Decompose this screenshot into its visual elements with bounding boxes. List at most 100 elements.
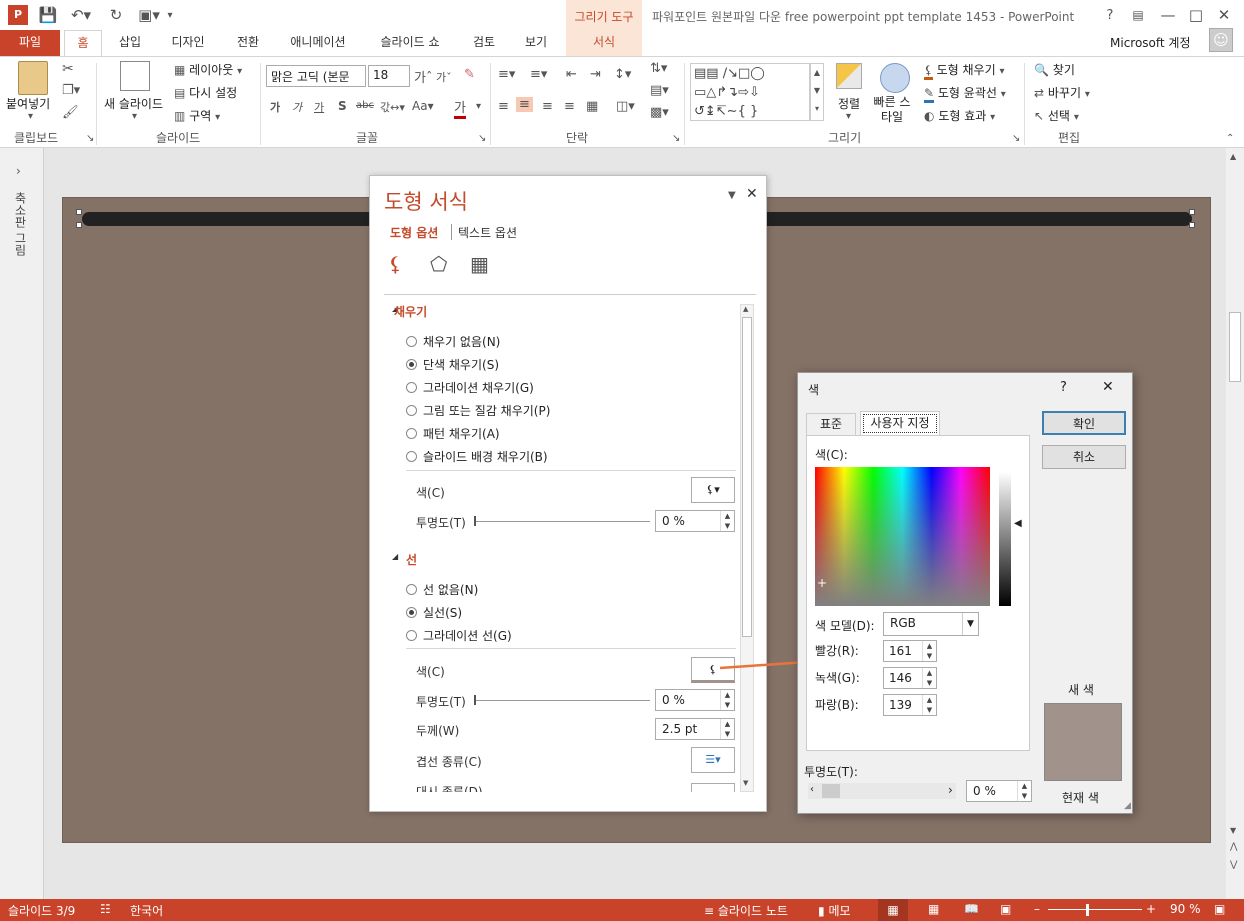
resize-handle[interactable] xyxy=(76,222,82,228)
tab-shape-options[interactable]: 도형 옵션 xyxy=(390,224,438,241)
ok-button[interactable]: 확인 xyxy=(1042,411,1126,435)
section-button[interactable]: ▥ 구역 ▾ xyxy=(174,107,220,124)
close-icon[interactable]: ✕ xyxy=(1214,5,1234,25)
next-slide-icon[interactable]: ⋁ xyxy=(1230,860,1237,870)
paste-button[interactable]: 붙여넣기 xyxy=(6,95,50,112)
change-case-icon[interactable]: Aa▾ xyxy=(412,99,434,113)
scroll-down-icon[interactable]: ▼ xyxy=(1230,826,1236,835)
text-direction-icon[interactable]: ⇅▾ xyxy=(650,61,667,76)
line-gradient-radio[interactable]: 그라데이션 선(G) xyxy=(406,627,512,644)
decrease-indent-icon[interactable]: ⇤ xyxy=(566,67,577,82)
red-input[interactable]: 161 ▲ ▼ xyxy=(883,640,937,662)
account-name[interactable]: Microsoft 계정 xyxy=(1110,34,1191,51)
distributed-icon[interactable]: ▦ xyxy=(586,99,598,114)
resize-handle[interactable] xyxy=(1189,222,1195,228)
pane-scrollbar[interactable]: ▲ ▼ xyxy=(740,304,754,792)
reading-view-icon[interactable]: 📖 xyxy=(964,902,979,916)
char-spacing-icon[interactable]: 갃↔▾ xyxy=(380,99,405,115)
thumbnail-pane-label[interactable]: 축소판 그림 xyxy=(12,192,29,256)
clipboard-launcher-icon[interactable]: ↘ xyxy=(86,133,94,144)
layout-button[interactable]: ▦ 레이아웃 ▾ xyxy=(174,61,242,78)
font-color-dropdown-icon[interactable]: ▾ xyxy=(476,101,481,112)
copy-icon[interactable]: ❐▾ xyxy=(62,83,80,98)
tab-transitions[interactable]: 전환 xyxy=(224,30,272,56)
cut-icon[interactable]: ✂ xyxy=(62,61,74,77)
zoom-in-icon[interactable]: + xyxy=(1146,902,1156,916)
fill-background-radio[interactable]: 슬라이드 배경 채우기(B) xyxy=(406,448,548,465)
line-spacing-icon[interactable]: ↕▾ xyxy=(614,67,631,82)
redo-icon[interactable]: ↻ xyxy=(106,5,126,25)
zoom-slider-thumb[interactable] xyxy=(1086,904,1089,916)
format-painter-icon[interactable]: 🖌 xyxy=(62,105,79,120)
fill-gradient-radio[interactable]: 그라데이션 채우기(G) xyxy=(406,379,534,396)
font-name-input[interactable]: 맑은 고딕 (본문 xyxy=(266,65,366,87)
bullets-icon[interactable]: ≡▾ xyxy=(498,67,515,82)
ribbon-display-icon[interactable]: ▤ xyxy=(1128,5,1148,25)
luminance-pointer-icon[interactable]: ◀ xyxy=(1014,518,1022,529)
help-icon[interactable]: ? xyxy=(1100,5,1120,25)
tab-file[interactable]: 파일 xyxy=(0,30,60,56)
cancel-button[interactable]: 취소 xyxy=(1042,445,1126,469)
shadow-icon[interactable]: S xyxy=(338,99,347,113)
dialog-transparency-input[interactable]: 0 % ▲ ▼ xyxy=(966,780,1032,802)
editor-vertical-scrollbar[interactable]: ▲ ▼ ⋀ ⋁ xyxy=(1226,148,1244,899)
tab-review[interactable]: 검토 xyxy=(462,30,506,56)
resize-handle[interactable] xyxy=(1189,209,1195,215)
paste-dropdown-icon[interactable]: ▾ xyxy=(28,111,33,122)
paste-icon[interactable] xyxy=(18,61,48,95)
arrange-icon[interactable] xyxy=(836,63,862,89)
spin-icon[interactable]: ▲ ▼ xyxy=(720,719,734,739)
collapse-ribbon-icon[interactable]: ⌃ xyxy=(1226,133,1234,144)
line-transparency-input[interactable]: 0 % ▲ ▼ xyxy=(655,689,735,711)
spin-icon[interactable]: ▲ ▼ xyxy=(922,641,936,661)
line-section-header[interactable]: 선 xyxy=(406,551,417,568)
fill-line-icon[interactable]: ⚸ xyxy=(388,252,403,276)
pane-close-icon[interactable]: ✕ xyxy=(746,186,758,202)
dialog-tab-custom[interactable]: 사용자 지정 xyxy=(860,411,940,436)
size-properties-icon[interactable]: ▦ xyxy=(470,252,489,276)
shape-effects-button[interactable]: ◐ 도형 효과 ▾ xyxy=(924,107,995,124)
justify-icon[interactable]: ≡ xyxy=(564,99,575,114)
normal-view-icon[interactable]: ▦ xyxy=(878,899,908,921)
pane-options-icon[interactable]: ▼ xyxy=(728,190,736,201)
shape-fill-button[interactable]: ⚸ 도형 채우기 ▾ xyxy=(924,61,1005,80)
tab-view[interactable]: 보기 xyxy=(514,30,558,56)
maximize-icon[interactable]: □ xyxy=(1186,5,1206,25)
shapes-gallery-scroll[interactable]: ▲ ▼ ▾ xyxy=(810,63,824,121)
fill-pattern-radio[interactable]: 패턴 채우기(A) xyxy=(406,425,500,442)
blue-input[interactable]: 139 ▲ ▼ xyxy=(883,694,937,716)
tab-animations[interactable]: 애니메이션 xyxy=(280,30,356,56)
zoom-slider[interactable] xyxy=(1048,909,1142,910)
slider-right-icon[interactable]: › xyxy=(948,783,953,797)
prev-slide-icon[interactable]: ⋀ xyxy=(1230,842,1237,852)
undo-icon[interactable]: ↶▾ xyxy=(66,5,96,25)
drawing-launcher-icon[interactable]: ↘ xyxy=(1012,133,1020,144)
green-input[interactable]: 146 ▲ ▼ xyxy=(883,667,937,689)
tab-text-options[interactable]: 텍스트 옵션 xyxy=(458,224,517,241)
slideshow-view-icon[interactable]: ▣ xyxy=(1000,902,1011,916)
color-spectrum[interactable] xyxy=(815,467,990,606)
line-solid-radio[interactable]: 실선(S) xyxy=(406,604,462,621)
dialog-close-icon[interactable]: ✕ xyxy=(1102,379,1114,395)
font-size-input[interactable]: 18 xyxy=(368,65,410,87)
spin-icon[interactable]: ▲ ▼ xyxy=(922,695,936,715)
comments-button[interactable]: ▮ 메모 xyxy=(818,902,851,919)
scroll-up-icon[interactable]: ▲ xyxy=(1230,152,1236,161)
resize-handle[interactable] xyxy=(76,209,82,215)
tab-insert[interactable]: 삽입 xyxy=(108,30,152,56)
effects-icon[interactable]: ⬠ xyxy=(430,252,447,276)
strikethrough-icon[interactable]: abc xyxy=(356,100,374,111)
save-icon[interactable]: 💾 xyxy=(38,5,58,25)
minimize-icon[interactable]: — xyxy=(1158,5,1178,25)
spin-icon[interactable]: ▲ ▼ xyxy=(1017,781,1031,801)
pane-scroll-down-icon[interactable]: ▼ xyxy=(743,779,748,787)
avatar[interactable]: ☺ xyxy=(1209,28,1233,52)
scroll-thumb[interactable] xyxy=(1229,312,1241,382)
dialog-tab-standard[interactable]: 표준 xyxy=(806,413,856,435)
find-button[interactable]: 🔍 찾기 xyxy=(1034,61,1075,78)
columns-icon[interactable]: ◫▾ xyxy=(616,99,635,114)
slider-thumb[interactable] xyxy=(474,695,476,705)
shapes-gallery[interactable]: ▤▤ ∕↘□◯ ▭△↱↴⇨⇩ ↺↨↸∼{ } xyxy=(690,63,810,121)
zoom-out-icon[interactable]: – xyxy=(1034,902,1040,916)
present-icon[interactable]: ▣▾ xyxy=(136,5,162,25)
